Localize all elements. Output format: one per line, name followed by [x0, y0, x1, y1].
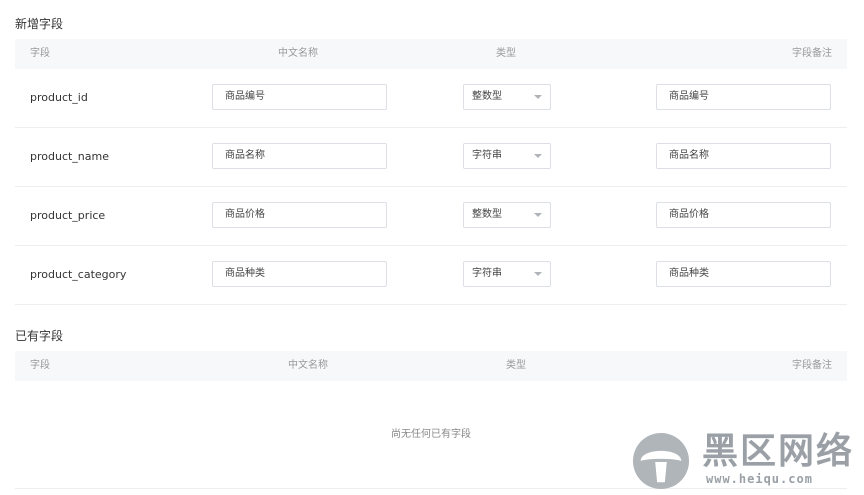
- existing-fields-title: 已有字段: [15, 329, 64, 343]
- table-row: product_price 商品价格 整数型 商品价格: [15, 187, 847, 246]
- caret-down-icon: [534, 95, 542, 99]
- header-type: 类型: [496, 48, 516, 59]
- type-select[interactable]: 整数型: [463, 84, 551, 110]
- table-row: product_name 商品名称 字符串 商品名称: [15, 128, 847, 187]
- table-header: 字段 中文名称 类型 字段备注: [15, 39, 847, 69]
- empty-state-text: 尚无任何已有字段: [391, 429, 471, 440]
- type-select-value: 字符串: [472, 150, 502, 161]
- page: 新增字段 字段 中文名称 类型 字段备注 product_id 商品编号 整数型…: [0, 0, 864, 495]
- field-name: product_category: [30, 268, 127, 281]
- type-select[interactable]: 整数型: [463, 202, 551, 228]
- caret-down-icon: [534, 272, 542, 276]
- cn-name-input[interactable]: 商品种类: [212, 261, 387, 287]
- remark-input[interactable]: 商品价格: [656, 202, 831, 228]
- field-name: product_price: [30, 209, 106, 222]
- header-cn-name: 中文名称: [278, 48, 318, 59]
- table-header: 字段 中文名称 类型 字段备注: [15, 351, 847, 381]
- header-type: 类型: [506, 360, 526, 371]
- caret-down-icon: [534, 213, 542, 217]
- caret-down-icon: [534, 154, 542, 158]
- new-fields-title: 新增字段: [15, 17, 64, 31]
- cn-name-input[interactable]: 商品价格: [212, 202, 387, 228]
- watermark-title: 黑区网络: [702, 431, 855, 472]
- type-select[interactable]: 字符串: [463, 261, 551, 287]
- watermark-url: www.heiqu.com: [706, 472, 813, 486]
- cn-name-input[interactable]: 商品编号: [212, 84, 387, 110]
- field-name: product_name: [30, 150, 110, 163]
- header-cn-name: 中文名称: [288, 360, 328, 371]
- type-select-value: 字符串: [472, 268, 502, 279]
- remark-input[interactable]: 商品种类: [656, 261, 831, 287]
- table-row: product_category 商品种类 字符串 商品种类: [15, 246, 847, 305]
- header-field: 字段: [30, 48, 50, 59]
- watermark: 黑区网络 www.heiqu.com: [630, 430, 860, 492]
- mushroom-logo-icon: [632, 432, 690, 490]
- table-row: product_id 商品编号 整数型 商品编号: [15, 69, 847, 128]
- remark-input[interactable]: 商品编号: [656, 84, 831, 110]
- header-remark: 字段备注: [792, 48, 832, 59]
- header-remark: 字段备注: [792, 360, 832, 371]
- remark-input[interactable]: 商品名称: [656, 143, 831, 169]
- field-name: product_id: [30, 91, 88, 104]
- type-select-value: 整数型: [472, 91, 502, 102]
- new-fields-table: 字段 中文名称 类型 字段备注 product_id 商品编号 整数型 商品编号…: [15, 39, 847, 305]
- header-field: 字段: [30, 360, 50, 371]
- type-select-value: 整数型: [472, 209, 502, 220]
- cn-name-input[interactable]: 商品名称: [212, 143, 387, 169]
- type-select[interactable]: 字符串: [463, 143, 551, 169]
